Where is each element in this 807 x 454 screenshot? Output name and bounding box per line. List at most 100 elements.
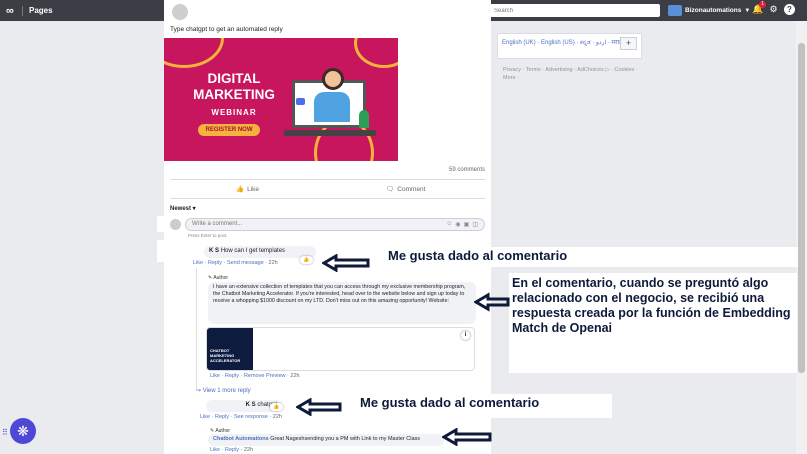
post-text: Type chatgpt to get an automated reply [170,26,283,33]
annotation-like-note-1: Me gusta dado al comentario [384,247,798,267]
view-more-label: View 1 more reply [202,388,251,394]
comment-time: 22h [290,373,300,379]
comment-text: Great Nageshsending you a PM with Link t… [270,436,421,442]
camera-icon[interactable]: ◉ [455,221,460,228]
link-preview-image: CHATBOT MARKETING ACCELERATOR [207,328,253,370]
footer-links[interactable]: Privacy · Terms · Advertising · AdChoice… [503,66,638,82]
help-icon[interactable]: ? [784,4,795,15]
annotation-like-note-2: Me gusta dado al comentario [356,394,612,418]
divider [170,179,485,180]
comment-like-link[interactable]: Like [210,447,220,453]
author-tag-label: Author [213,275,229,281]
account-switcher[interactable]: Bizonautomations ▼ [668,4,750,17]
bell-icon[interactable]: 🔔 1 [752,1,766,15]
chevron-down-icon: ▼ [744,7,751,14]
comment-tools: ☺ ◉ ▣ ◫ [446,221,478,228]
press-enter-hint: Press Enter to post. [188,233,228,238]
comment-author-name[interactable]: K S [246,402,256,408]
presenter-head [322,68,344,90]
preview-image-caption: CHATBOT MARKETING ACCELERATOR [210,348,241,363]
author-tag: ✎ Author [208,275,229,281]
chat-widget-button[interactable]: ❋ [10,418,36,444]
add-language-button[interactable]: + [620,37,637,50]
grid-icon[interactable]: ⠿ [2,428,8,437]
emoji-icon[interactable]: ☺ [446,221,452,228]
video-camera-icon [296,98,305,105]
banner-decoration [164,38,224,68]
comment-reply-link[interactable]: Reply [225,447,239,453]
thumbs-up-icon: 👍 [236,186,245,193]
reply-thread-line [196,268,197,388]
banner-register-button: REGISTER NOW [198,124,260,136]
like-reaction-badge[interactable]: 👍 [300,256,313,264]
comment-button[interactable]: 🗨 Comment [386,185,426,194]
comment-bubble: K S How can I get templates [204,246,316,258]
write-comment-row: Write a comment... ☺ ◉ ▣ ◫ [170,217,485,231]
comment-text: I have an extensive collection of templa… [213,284,466,304]
search-input[interactable] [490,4,660,17]
comment-time: 22h [272,414,282,420]
like-button[interactable]: 👍 Like [236,185,260,194]
annotation-embedding-note: En el comentario, cuando se preguntó alg… [509,273,797,373]
comment-like-link[interactable]: Like [200,414,210,420]
comment-author-name[interactable]: K S [209,248,219,254]
language-links[interactable]: English (UK) · English (US) · ಕನ್ನಡ · ار… [502,40,624,46]
banner-decoration [354,38,398,68]
view-more-replies-link[interactable]: ↪ View 1 more reply [196,387,251,394]
account-name: Bizonautomations [685,7,742,14]
write-comment-input[interactable]: Write a comment... ☺ ◉ ▣ ◫ [185,217,485,231]
sort-dropdown[interactable]: Newest ▾ [170,205,196,212]
annotation-arrow-icon [296,398,342,416]
see-response-link[interactable]: See response [234,414,268,420]
pages-title[interactable]: Pages [29,6,53,15]
notification-badge: 1 [759,1,766,8]
write-comment-placeholder: Write a comment... [192,221,243,227]
like-label: Like [247,185,260,193]
send-message-link[interactable]: Send message [227,260,264,266]
info-icon[interactable]: i [461,331,470,340]
link-preview-card[interactable]: CHATBOT MARKETING ACCELERATOR i [206,327,475,371]
post-card: Type chatgpt to get an automated reply D… [164,0,491,454]
annotation-arrow-icon [442,428,492,446]
like-reaction-badge[interactable]: 👍 [270,403,283,411]
banner-subtitle: WEBINAR [211,108,257,117]
comment-label: Comment [397,185,426,193]
annotation-arrow-icon [474,292,510,312]
comment-actions: Like · Reply · Remove Preview · 22h [210,373,300,379]
sort-label: Newest [170,206,192,212]
avatar [170,218,181,230]
banner-title: DIGITAL MARKETING [193,71,275,102]
monitor-stand [284,130,376,136]
comment-time: 22h [243,447,254,453]
comment-bubble: I have an extensive collection of templa… [208,282,476,324]
annotation-arrow-icon [322,254,370,272]
comment-bubble: Chatbot Automations Great Nageshsending … [208,434,444,446]
remove-preview-link[interactable]: Remove Preview [244,373,286,379]
comment-reply-link[interactable]: Reply [215,414,229,420]
sticker-icon[interactable]: ◫ [472,221,478,228]
comment-reply-link[interactable]: Reply [208,260,222,266]
webinar-banner-image[interactable]: DIGITAL MARKETING WEBINAR REGISTER NOW [164,38,398,161]
comment-time: 22h [268,260,278,266]
comment-like-link[interactable]: Like [210,373,220,379]
scrollbar-thumb[interactable] [798,43,805,373]
comment-actions: Like · Reply · See response · 22h [200,414,282,420]
comment-icon: 🗨 [386,186,395,193]
page-scrollbar[interactable] [796,21,807,454]
gif-icon[interactable]: ▣ [464,221,470,228]
meta-logo-icon[interactable]: ∞ [6,5,20,17]
comments-count[interactable]: 59 comments [449,167,485,173]
comment-reply-link[interactable]: Reply [225,373,239,379]
comment-actions: Like · Reply · 22h [210,447,254,453]
comment-text: How can I get templates [220,248,286,254]
topbar-icons: 🔔 1 ⚙ ? [752,1,795,15]
page-avatar[interactable] [172,4,188,20]
comment-actions: Like · Reply · Send message · 22h [193,260,278,266]
presenter-torso [314,92,350,122]
gear-icon[interactable]: ⚙ [768,4,779,15]
account-avatar [668,5,682,16]
comment-author-name[interactable]: Chatbot Automations [213,436,269,442]
divider [170,198,485,199]
topbar-separator [22,5,23,16]
comment-like-link[interactable]: Like [193,260,203,266]
